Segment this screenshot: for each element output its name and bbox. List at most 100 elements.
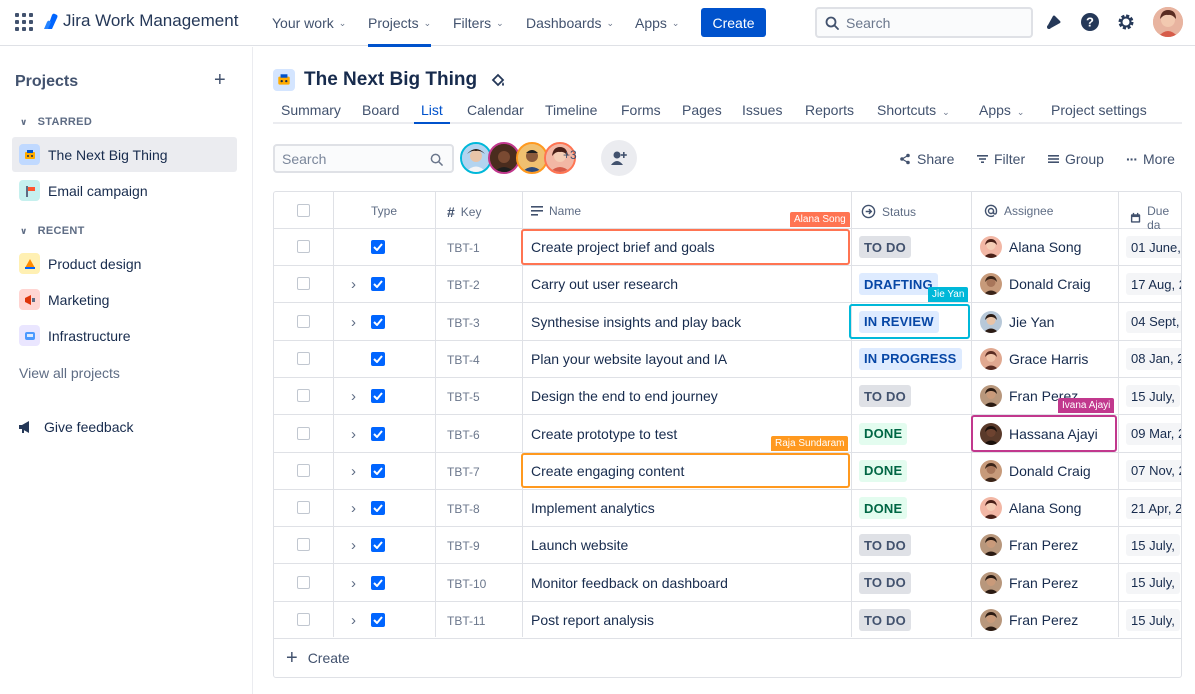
table-row[interactable]: TBT-1 Create project brief and goals TO DO… bbox=[274, 229, 1181, 266]
status-badge[interactable]: TO DO bbox=[859, 609, 911, 631]
row-select-checkbox[interactable] bbox=[297, 538, 310, 552]
row-select-checkbox[interactable] bbox=[297, 463, 310, 477]
notifications-icon[interactable] bbox=[1044, 12, 1064, 32]
create-issue-button[interactable]: + Create bbox=[286, 648, 350, 668]
table-row[interactable]: › TBT-8 Implement analytics DONE Alana Song 2… bbox=[274, 490, 1181, 528]
paint-bucket-icon[interactable] bbox=[490, 72, 506, 88]
row-select-checkbox[interactable] bbox=[297, 501, 310, 515]
status-badge[interactable]: TO DO bbox=[859, 236, 911, 258]
assignee-cell[interactable]: Alana Song bbox=[980, 236, 1081, 258]
table-row[interactable]: › TBT-5 Design the end to end journey TO DO… bbox=[274, 378, 1181, 416]
tab-reports[interactable]: Reports bbox=[805, 102, 854, 118]
nav-projects[interactable]: Projects ⌄ bbox=[368, 0, 432, 47]
row-select-checkbox[interactable] bbox=[297, 575, 310, 589]
expand-chevron-icon[interactable]: › bbox=[351, 575, 356, 592]
due-date[interactable]: 15 July, bbox=[1126, 609, 1180, 631]
share-button[interactable]: Share bbox=[899, 151, 954, 167]
assignee-cell[interactable]: Fran Perez bbox=[980, 534, 1078, 557]
issue-key[interactable]: TBT-1 bbox=[447, 241, 480, 255]
issue-name[interactable]: Create prototype to test bbox=[531, 426, 677, 442]
issue-name[interactable]: Launch website bbox=[531, 537, 628, 553]
column-header-key[interactable]: # Key bbox=[447, 204, 481, 220]
tab-calendar[interactable]: Calendar bbox=[467, 102, 524, 118]
row-select-checkbox[interactable] bbox=[297, 314, 310, 328]
assignee-cell[interactable]: Donald Craig bbox=[980, 459, 1091, 482]
issue-name[interactable]: Synthesise insights and play back bbox=[531, 314, 741, 330]
product-logo[interactable]: Jira Work Management bbox=[43, 11, 238, 31]
status-badge[interactable]: TO DO bbox=[859, 385, 911, 408]
row-select-checkbox[interactable] bbox=[297, 240, 310, 253]
due-date[interactable]: 17 Aug, 2 bbox=[1126, 273, 1181, 296]
table-row[interactable]: › TBT-3 Synthesise insights and play back I… bbox=[274, 304, 1181, 341]
tab-apps[interactable]: Apps ⌄ bbox=[979, 102, 1024, 118]
column-header-assignee[interactable]: Assignee bbox=[984, 204, 1053, 218]
column-header-status[interactable]: Status bbox=[861, 204, 916, 219]
help-icon[interactable]: ? bbox=[1080, 12, 1100, 32]
table-row[interactable]: › TBT-9 Launch website TO DO Fran Perez 15 Ju… bbox=[274, 527, 1181, 565]
assignee-cell[interactable]: Alana Song bbox=[980, 497, 1081, 520]
column-header-due-date[interactable]: Due da bbox=[1130, 204, 1181, 232]
nav-filters[interactable]: Filters ⌄ bbox=[453, 0, 504, 46]
due-date[interactable]: 01 June, bbox=[1126, 236, 1181, 258]
sidebar-item-product-design[interactable]: Product design bbox=[12, 246, 237, 281]
issue-name[interactable]: Post report analysis bbox=[531, 612, 654, 628]
tab-project-settings[interactable]: Project settings bbox=[1051, 102, 1147, 118]
expand-chevron-icon[interactable]: › bbox=[351, 388, 356, 405]
expand-chevron-icon[interactable]: › bbox=[351, 537, 356, 554]
assignee-cell[interactable]: Fran Perez bbox=[980, 571, 1078, 594]
issue-key[interactable]: TBT-4 bbox=[447, 353, 480, 367]
issue-name[interactable]: Carry out user research bbox=[531, 276, 678, 292]
status-badge[interactable]: IN PROGRESS bbox=[859, 347, 962, 370]
expand-chevron-icon[interactable]: › bbox=[351, 500, 356, 517]
assignee-cell[interactable]: Hassana Ajayi bbox=[980, 422, 1098, 445]
app-switcher-icon[interactable] bbox=[15, 13, 33, 31]
create-button[interactable]: Create bbox=[701, 8, 766, 37]
sidebar-item-marketing[interactable]: Marketing bbox=[12, 282, 237, 317]
issue-key[interactable]: TBT-3 bbox=[447, 316, 480, 330]
issue-key[interactable]: TBT-8 bbox=[447, 502, 480, 516]
nav-apps[interactable]: Apps ⌄ bbox=[635, 0, 679, 46]
nav-dashboards[interactable]: Dashboards ⌄ bbox=[526, 0, 614, 46]
add-people-button[interactable] bbox=[601, 140, 637, 176]
table-row[interactable]: › TBT-6 Create prototype to test DONE Hassan… bbox=[274, 416, 1181, 453]
sidebar-item-the-next-big-thing[interactable]: The Next Big Thing bbox=[12, 137, 237, 172]
status-badge[interactable]: TO DO bbox=[859, 534, 911, 557]
status-badge[interactable]: IN REVIEW bbox=[859, 310, 939, 333]
recent-section-toggle[interactable]: ∨ RECENT bbox=[20, 225, 85, 237]
issue-name[interactable]: Implement analytics bbox=[531, 500, 655, 516]
list-search-input[interactable]: Search bbox=[273, 144, 454, 173]
table-row[interactable]: › TBT-11 Post report analysis TO DO Fran Per… bbox=[274, 602, 1181, 639]
add-project-icon[interactable]: + bbox=[214, 69, 226, 92]
status-badge[interactable]: DONE bbox=[859, 459, 908, 482]
give-feedback-button[interactable]: Give feedback bbox=[18, 419, 134, 435]
tab-shortcuts[interactable]: Shortcuts ⌄ bbox=[877, 102, 950, 118]
more-collaborators-count[interactable]: +3 bbox=[563, 148, 577, 162]
issue-key[interactable]: TBT-5 bbox=[447, 390, 480, 404]
issue-name[interactable]: Create project brief and goals bbox=[531, 239, 715, 255]
table-row[interactable]: › TBT-2 Carry out user research DRAFTING Don… bbox=[274, 266, 1181, 304]
due-date[interactable]: 08 Jan, 2 bbox=[1126, 347, 1181, 370]
issue-key[interactable]: TBT-10 bbox=[447, 577, 486, 591]
assignee-cell[interactable]: Donald Craig bbox=[980, 273, 1091, 296]
issue-key[interactable]: TBT-11 bbox=[447, 614, 485, 628]
issue-name[interactable]: Monitor feedback on dashboard bbox=[531, 575, 728, 591]
assignee-cell[interactable]: Fran Perez bbox=[980, 609, 1078, 631]
status-badge[interactable]: DONE bbox=[859, 497, 908, 520]
starred-section-toggle[interactable]: ∨ STARRED bbox=[20, 116, 92, 128]
settings-icon[interactable] bbox=[1116, 12, 1136, 32]
due-date[interactable]: 15 July, bbox=[1126, 534, 1180, 557]
due-date[interactable]: 15 July, bbox=[1126, 385, 1180, 408]
status-badge[interactable]: DONE bbox=[859, 422, 908, 445]
view-all-projects-link[interactable]: View all projects bbox=[19, 365, 120, 381]
table-row[interactable]: › TBT-10 Monitor feedback on dashboard TO D… bbox=[274, 565, 1181, 602]
sidebar-item-infrastructure[interactable]: Infrastructure bbox=[12, 318, 237, 353]
column-header-name[interactable]: Name bbox=[531, 204, 581, 218]
assignee-cell[interactable]: Jie Yan bbox=[980, 310, 1054, 333]
select-all-checkbox[interactable] bbox=[297, 204, 310, 217]
tab-list[interactable]: List bbox=[414, 102, 450, 124]
due-date[interactable]: 09 Mar, 2 bbox=[1126, 422, 1181, 445]
nav-your-work[interactable]: Your work ⌄ bbox=[272, 0, 346, 46]
expand-chevron-icon[interactable]: › bbox=[351, 426, 356, 443]
issue-key[interactable]: TBT-7 bbox=[447, 465, 480, 479]
table-row[interactable]: TBT-4 Plan your website layout and IA IN P… bbox=[274, 341, 1181, 378]
